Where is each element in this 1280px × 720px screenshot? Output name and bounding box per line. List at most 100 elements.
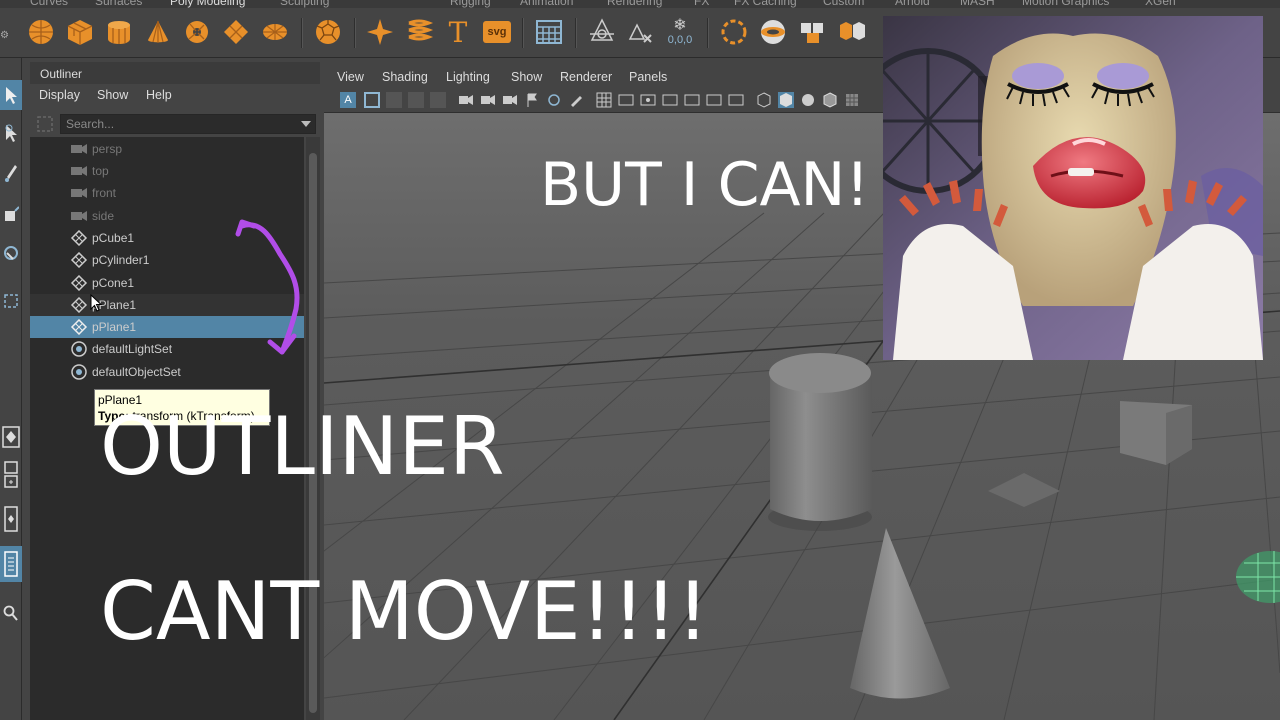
caption-reply: BUT I CAN!	[540, 150, 870, 220]
select-camera-icon[interactable]: A	[340, 92, 356, 108]
toolbox	[0, 58, 22, 720]
layout-two-icon[interactable]	[0, 504, 22, 534]
caption-cant-move: CANT MOVE!!!!	[100, 565, 709, 658]
layout-four-icon[interactable]	[0, 460, 22, 490]
shelf-tab[interactable]: XGen	[1145, 0, 1176, 8]
camera-icon	[70, 163, 88, 179]
pencil-icon[interactable]	[568, 92, 584, 108]
search-icon[interactable]	[0, 598, 22, 628]
image-plane-icon[interactable]	[408, 92, 424, 108]
menu-show[interactable]: Show	[511, 70, 542, 84]
menu-lighting[interactable]: Lighting	[446, 70, 490, 84]
cone-icon[interactable]	[142, 16, 174, 48]
search-input[interactable]	[61, 115, 291, 133]
layout-single-icon[interactable]	[0, 422, 22, 452]
platonic-icon[interactable]	[757, 16, 789, 48]
shelf-tabs: Curves Surfaces Poly Modeling Sculpting …	[0, 0, 1280, 8]
move-tool-icon[interactable]	[0, 200, 22, 230]
filter-icon[interactable]	[36, 115, 54, 133]
wireframe-shaded-icon[interactable]	[822, 92, 838, 108]
grid-icon[interactable]	[533, 16, 565, 48]
paint-select-icon[interactable]	[0, 158, 22, 188]
mesh-icon	[70, 229, 88, 247]
shelf-tab[interactable]: Motion Graphics	[1022, 0, 1109, 8]
shelf-tab[interactable]: Custom	[823, 0, 864, 8]
list-item[interactable]: top	[30, 160, 304, 182]
bookmark-icon[interactable]	[386, 92, 402, 108]
text-icon[interactable]: T	[442, 16, 474, 49]
disc-icon[interactable]	[259, 16, 291, 48]
shelf-tab[interactable]: Rendering	[607, 0, 662, 8]
menu-help[interactable]: Help	[146, 88, 172, 102]
caption-outliner: OUTLINER	[100, 400, 505, 493]
meme-face-illustration	[883, 16, 1263, 360]
sphere-select-icon[interactable]	[718, 16, 750, 48]
shelf-tab[interactable]: Surfaces	[95, 0, 142, 8]
shelf-settings-icon[interactable]: ⚙	[0, 30, 9, 42]
search-field[interactable]	[60, 114, 316, 134]
separate-icon[interactable]	[835, 16, 867, 48]
center-pivot-icon[interactable]	[586, 16, 618, 48]
cylinder-icon[interactable]	[103, 16, 135, 48]
mesh-icon	[70, 251, 88, 269]
camera-icon[interactable]	[458, 92, 474, 108]
pivot-icon[interactable]	[546, 92, 562, 108]
list-item[interactable]: defaultObjectSet	[30, 361, 304, 383]
safe-title-icon[interactable]	[728, 92, 744, 108]
smooth-shade-icon[interactable]	[778, 92, 794, 108]
default-material-icon[interactable]	[800, 92, 816, 108]
shelf-tab[interactable]: FX	[694, 0, 709, 8]
resolution-gate-icon[interactable]	[640, 92, 656, 108]
gate-mask-icon[interactable]	[662, 92, 678, 108]
list-item[interactable]: persp	[30, 138, 304, 160]
delete-history-icon[interactable]	[625, 16, 657, 48]
plane-icon[interactable]	[220, 16, 252, 48]
shelf-tab[interactable]: Arnold	[895, 0, 930, 8]
freeze-icon[interactable]: ❄ 0,0,0	[664, 16, 696, 48]
safe-action-icon[interactable]	[706, 92, 722, 108]
xray-icon[interactable]	[844, 92, 860, 108]
combine-icon[interactable]	[796, 16, 828, 48]
scale-tool-icon[interactable]	[0, 286, 22, 316]
camera-attributes-icon[interactable]	[364, 92, 380, 108]
menu-show[interactable]: Show	[97, 88, 128, 102]
shelf-tab-active[interactable]: Poly Modeling	[170, 0, 245, 8]
sphere-icon[interactable]	[25, 16, 57, 48]
shelf-tab[interactable]: FX Caching	[734, 0, 797, 8]
grid-icon[interactable]	[596, 92, 612, 108]
layout-outliner-icon[interactable]	[0, 546, 22, 582]
shelf-tab[interactable]: Sculpting	[280, 0, 329, 8]
list-item[interactable]: front	[30, 182, 304, 204]
grease-pencil-icon[interactable]	[430, 92, 446, 108]
helix-icon[interactable]	[403, 16, 435, 48]
shelf-separator	[522, 18, 524, 48]
menu-display[interactable]: Display	[39, 88, 80, 102]
lasso-tool-icon[interactable]	[0, 118, 22, 148]
chevron-down-icon[interactable]	[301, 121, 311, 127]
shelf-tab[interactable]: MASH	[960, 0, 995, 8]
field-chart-icon[interactable]	[684, 92, 700, 108]
camera-lock-icon[interactable]	[480, 92, 496, 108]
menu-shading[interactable]: Shading	[382, 70, 428, 84]
select-tool-icon[interactable]	[0, 80, 22, 110]
mesh-icon	[70, 274, 88, 292]
shelf-tab[interactable]: Curves	[30, 0, 68, 8]
soccer-icon[interactable]	[312, 16, 344, 48]
torus-icon[interactable]	[181, 16, 213, 48]
menu-view[interactable]: View	[337, 70, 364, 84]
svg-icon[interactable]: svg	[481, 16, 513, 48]
film-gate-icon[interactable]	[502, 92, 518, 108]
shelf-separator	[575, 18, 577, 48]
cube-icon[interactable]	[64, 16, 96, 48]
shelf-tab[interactable]: Rigging	[450, 0, 491, 8]
shelf-tab[interactable]: Animation	[520, 0, 573, 8]
list-item-label: side	[92, 209, 115, 223]
star-icon[interactable]	[364, 16, 396, 48]
flag-icon[interactable]	[524, 92, 540, 108]
wireframe-icon[interactable]	[756, 92, 772, 108]
film-gate-toggle-icon[interactable]	[618, 92, 634, 108]
menu-renderer[interactable]: Renderer	[560, 70, 612, 84]
rotate-tool-icon[interactable]	[0, 238, 22, 268]
list-item-label: defaultObjectSet	[92, 365, 181, 379]
menu-panels[interactable]: Panels	[629, 70, 667, 84]
